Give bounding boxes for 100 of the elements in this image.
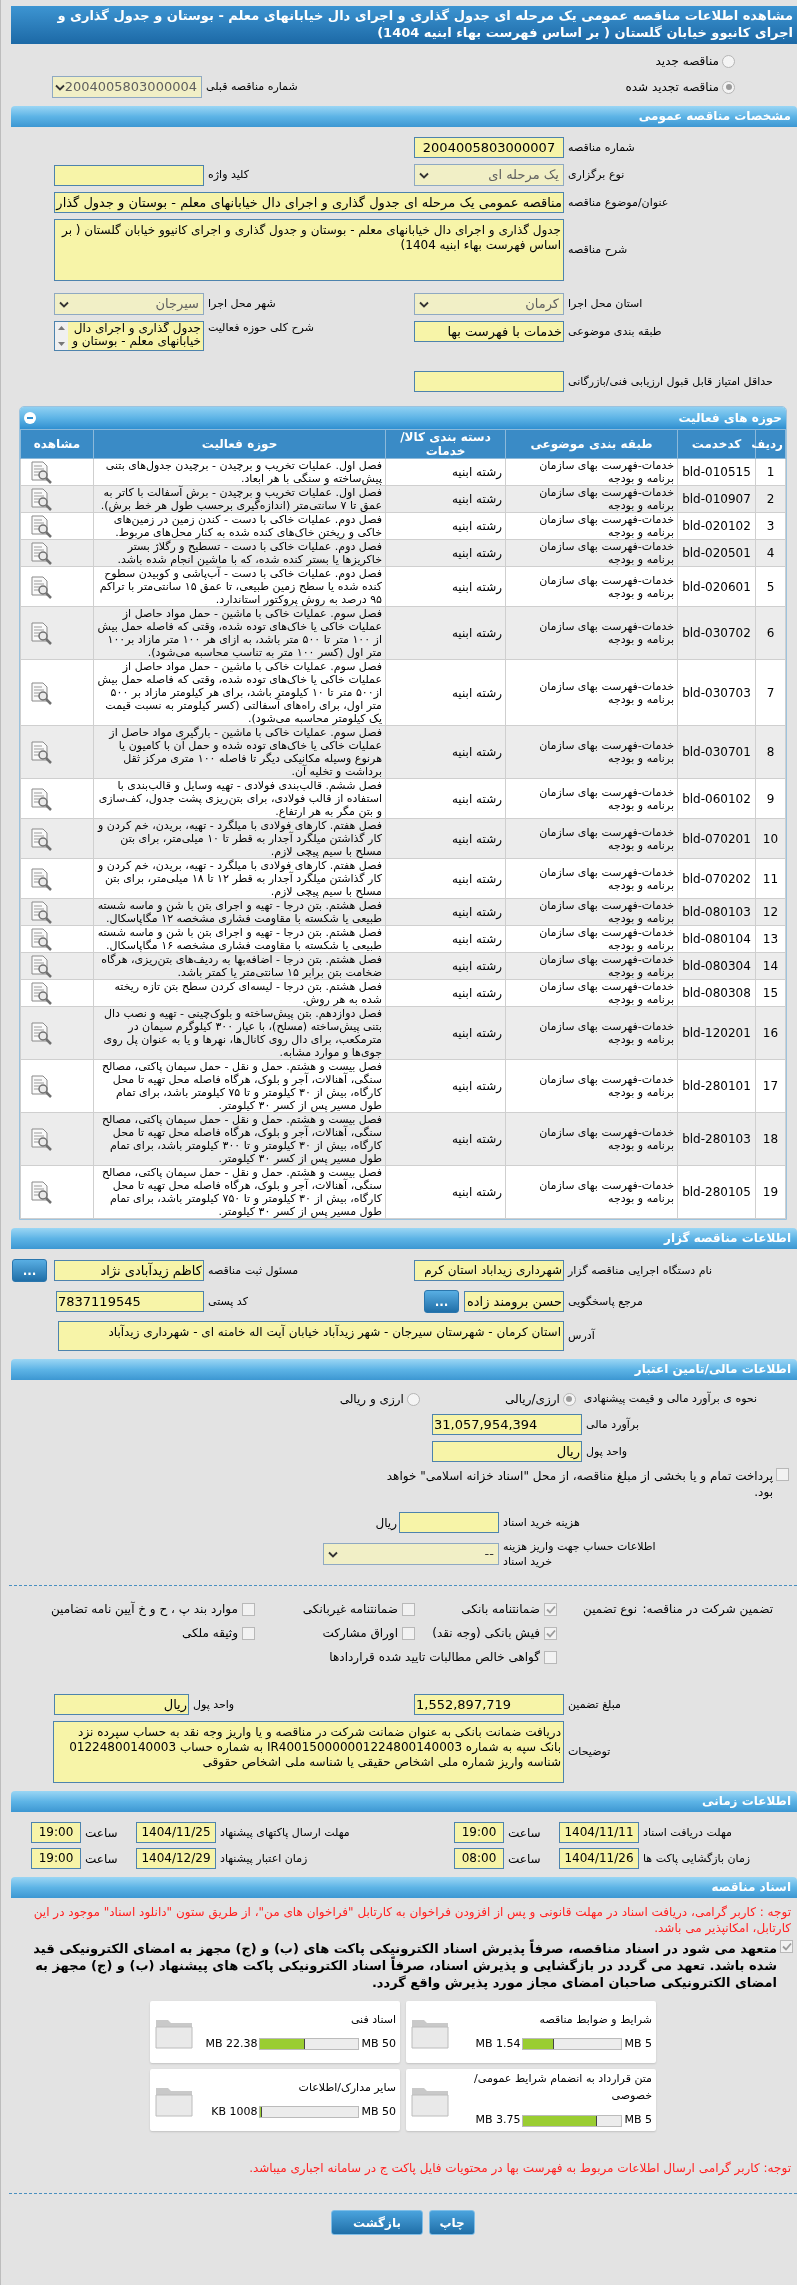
text-field[interactable]: 19:00 bbox=[31, 1848, 81, 1869]
table-cell: 12 bbox=[755, 898, 786, 926]
text-field[interactable]: ریال bbox=[432, 1441, 582, 1462]
collapse-icon[interactable] bbox=[24, 412, 36, 424]
notice-text: توجه: کاربر گرامی ارسال اطلاعات مربوط به فهرست بها در محتویات فایل پاکت ج در سامانه اجباری میباشد. bbox=[248, 2160, 792, 2177]
table-cell: فصل بیست و هشتم. حمل و نقل - حمل سیمان پاکتی، مصالح سنگی، آهنالات، آجر و بلوک، هرگاه فاصله محل تهیه تا محل کارگاه، بیش از ۳۰ کیلومتر و تا ۷۵ کیلومتر باشد، برای تمام طول مسیر پس از کسر ۳۰ کیلومتر. bbox=[93, 1059, 386, 1113]
document-search-icon[interactable] bbox=[29, 826, 53, 851]
field-label: زمان اعتبار پیشنهاد bbox=[219, 1851, 309, 1866]
checkbox[interactable] bbox=[402, 1602, 415, 1616]
document-search-icon[interactable] bbox=[29, 574, 53, 599]
text-field[interactable]: 1404/12/29 bbox=[136, 1848, 216, 1869]
notice-text: توجه : کاربر گرامی، دریافت اسناد در مهلت قانونی و پس از افزودن فراخوان به کارتابل "فراخوان های من"، از طریق ستون "دانلود اسناد" موجود در این کارتابل، امکانپذیر می باشد. bbox=[32, 1904, 792, 1936]
table-cell: خدمات-فهرست بهای سازمان برنامه و بودجه bbox=[505, 1006, 678, 1060]
table-cell: bld-070202 bbox=[677, 858, 756, 899]
table-cell: فصل دوازدهم. بتن پیش‌ساخته و بلوک‌چینی - تهیه و نصب دال بتنی پیش‌ساخته (مسلح)، با عیار ۳۰۰ کیلوگرم سیمان در مترمکعب، برای دال روی کانال‌ها، نهرها و یا به عنوان پل روی جوی‌ها و موارد مشابه. bbox=[93, 1006, 386, 1060]
document-search-icon[interactable] bbox=[29, 927, 53, 951]
document-search-icon[interactable] bbox=[29, 954, 53, 978]
document-search-icon[interactable] bbox=[29, 786, 53, 811]
file-limit: 50 MB bbox=[361, 2104, 396, 2120]
checkbox[interactable] bbox=[242, 1602, 255, 1616]
table-cell: خدمات-فهرست بهای سازمان برنامه و بودجه bbox=[505, 1112, 678, 1166]
checkbox[interactable] bbox=[544, 1626, 557, 1640]
checkbox[interactable] bbox=[544, 1650, 557, 1664]
document-search-icon[interactable] bbox=[29, 981, 53, 1005]
document-search-icon[interactable] bbox=[29, 1127, 53, 1151]
dropdown-field[interactable]: یک مرحله ای bbox=[414, 164, 564, 186]
unit-label: ریال bbox=[375, 1514, 398, 1532]
table-cell: bld-280103 bbox=[677, 1112, 756, 1166]
text-field[interactable]: 1,552,897,719 bbox=[414, 1694, 564, 1715]
dropdown-field[interactable]: 2004005803000004 bbox=[52, 76, 202, 98]
text-field[interactable] bbox=[399, 1512, 499, 1533]
document-search-icon[interactable] bbox=[29, 1021, 53, 1045]
text-field[interactable]: 1404/11/11 bbox=[559, 1822, 639, 1843]
text-field[interactable] bbox=[414, 371, 564, 392]
table-cell: 8 bbox=[755, 725, 786, 779]
caret-icon bbox=[59, 300, 69, 308]
table-cell: bld-060102 bbox=[677, 778, 756, 819]
text-field[interactable]: حسن برومند زاده bbox=[464, 1291, 564, 1312]
text-field[interactable]: کاظم زیدآبادی نژاد bbox=[54, 1260, 204, 1281]
field-label: نحوه ی برآورد مالی و قیمت پیشنهادی bbox=[582, 1392, 757, 1406]
radio-button[interactable] bbox=[722, 80, 735, 94]
text-field[interactable]: 31,057,954,394 bbox=[432, 1414, 582, 1435]
text-area[interactable]: دریافت ضمانت بانکی به عنوان ضمانت شرکت در مناقصه و یا واریز وجه نقد به حساب سپرده نزد بانک سپه به شماره IR400150000001224800140003 به شماره حساب 01224800140003 شناسه واریز شماره ملی اشخاص حقیقی یا شناسه ملی اشخاص حقوقی bbox=[53, 1721, 564, 1783]
document-search-icon[interactable] bbox=[29, 1180, 53, 1204]
table-cell: 4 bbox=[755, 539, 786, 567]
document-search-icon[interactable] bbox=[29, 621, 53, 645]
text-field[interactable]: خدمات با فهرست بها bbox=[414, 321, 564, 342]
text-field[interactable]: 7837119545 bbox=[56, 1291, 204, 1312]
table-cell: فصل هشتم. بتن درجا - اضافه‌بها به ردیف‌های بتن‌ریزی، هرگاه ضخامت بتن برابر ۱۵ سانتی‌متر یا کمتر باشد. bbox=[93, 952, 386, 980]
file-size: 3.75 MB bbox=[475, 2112, 521, 2129]
table-cell: bld-080103 bbox=[677, 898, 756, 926]
file-name: شرایط و ضوابط مناقصه bbox=[538, 2011, 652, 2028]
text-field[interactable] bbox=[54, 164, 204, 186]
document-search-icon[interactable] bbox=[29, 900, 53, 924]
document-search-icon[interactable] bbox=[29, 541, 53, 565]
action-button[interactable]: بازگشت bbox=[331, 2210, 423, 2235]
table-cell: خدمات-فهرست بهای سازمان برنامه و بودجه bbox=[505, 1165, 678, 1219]
text-field[interactable]: ریال bbox=[54, 1694, 189, 1715]
scrollbar[interactable] bbox=[55, 322, 68, 350]
table-cell: 11 bbox=[755, 858, 786, 899]
dropdown-field[interactable]: سیرجان bbox=[54, 293, 204, 315]
document-search-icon[interactable] bbox=[29, 514, 53, 538]
list-box[interactable]: جدول گذاری و اجرای دال خیابانهای معلم - بوستان و bbox=[54, 321, 204, 351]
caret-icon bbox=[419, 171, 429, 179]
document-search-icon[interactable] bbox=[29, 680, 53, 705]
field-label: عنوان/موضوع مناقصه bbox=[567, 195, 670, 210]
radio-button[interactable] bbox=[406, 1392, 420, 1406]
text-field[interactable]: 08:00 bbox=[454, 1848, 504, 1869]
document-search-icon[interactable] bbox=[29, 740, 53, 764]
document-search-icon[interactable] bbox=[29, 1074, 53, 1098]
checkbox[interactable] bbox=[780, 1940, 793, 1953]
more-button[interactable]: ... bbox=[12, 1259, 47, 1282]
panel-title: حوزه های فعالیت bbox=[678, 410, 782, 427]
document-search-icon[interactable] bbox=[29, 487, 53, 511]
dropdown-field[interactable]: -- bbox=[323, 1543, 499, 1565]
text-area[interactable]: استان کرمان - شهرستان سیرجان - شهر زیدآباد خیابان آیت اله خامنه ای - شهرداری زیدآباد bbox=[58, 1321, 564, 1351]
text-field[interactable]: مناقصه عمومی یک مرحله ای جدول گذاری و اجرای دال خیابانهای معلم - بوستان و جدول گذار bbox=[54, 192, 564, 213]
file-name: متن قرارداد به انضمام شرایط عمومی/خصوصی bbox=[473, 2071, 652, 2104]
more-button[interactable]: ... bbox=[424, 1290, 459, 1313]
text-field[interactable]: 19:00 bbox=[31, 1822, 81, 1843]
text-field[interactable]: 1404/11/26 bbox=[559, 1848, 639, 1869]
radio-button[interactable] bbox=[562, 1392, 576, 1406]
text-area[interactable]: جدول گذاری و اجرای دال خیابانهای معلم - بوستان و جدول گذاری و اجرای کانیوو خیابان گلستان ( بر اساس فهرست بهاء ابنیه 1404) bbox=[54, 219, 564, 281]
text-field[interactable]: 1404/11/25 bbox=[136, 1822, 216, 1843]
checkbox[interactable] bbox=[544, 1602, 557, 1616]
action-button[interactable]: چاپ bbox=[429, 2210, 475, 2235]
checkbox[interactable] bbox=[776, 1468, 789, 1481]
text-field[interactable]: شهرداری زیداباد استان کرم bbox=[414, 1260, 564, 1281]
section-header: اطلاعات مناقصه گزار bbox=[11, 1228, 797, 1249]
text-field[interactable]: 19:00 bbox=[454, 1822, 504, 1843]
file-limit: 5 MB bbox=[624, 2112, 652, 2129]
document-search-icon[interactable] bbox=[29, 460, 53, 484]
dropdown-field[interactable]: کرمان bbox=[414, 293, 564, 315]
table-cell: bld-030701 bbox=[677, 725, 756, 779]
radio-button[interactable] bbox=[722, 54, 735, 68]
checkbox[interactable] bbox=[402, 1626, 415, 1640]
document-search-icon[interactable] bbox=[29, 866, 53, 891]
text-field[interactable]: 2004005803000007 bbox=[414, 137, 564, 158]
field-label: نوع برگزاری bbox=[567, 168, 626, 182]
checkbox[interactable] bbox=[242, 1626, 255, 1640]
